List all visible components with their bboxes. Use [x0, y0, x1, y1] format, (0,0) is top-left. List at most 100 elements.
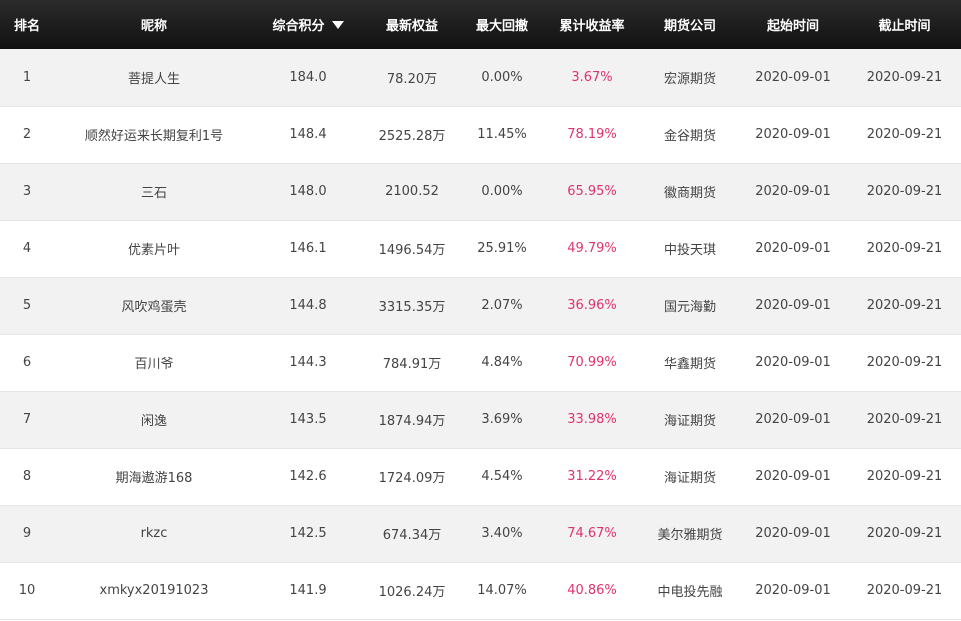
table-row[interactable]: 10 xmkyx20191023 141.9 1026.24万 14.07% 40.86%…: [0, 562, 961, 620]
cell-start-date: 2020-09-01: [738, 163, 848, 221]
table-row[interactable]: 7 闲逸 143.5 1874.94万 3.69% 33.98% 海证期货 2020-09-0…: [0, 391, 961, 449]
cell-drawdown: 25.91%: [462, 220, 542, 278]
cell-end-date: 2020-09-21: [848, 277, 961, 335]
cell-nickname[interactable]: 期海遨游168: [54, 448, 254, 506]
cell-equity: 1724.09万: [362, 448, 462, 506]
header-score[interactable]: 综合积分: [254, 0, 362, 49]
table-row[interactable]: 1 菩提人生 184.0 78.20万 0.00% 3.67% 宏源期货 2020-09-01…: [0, 49, 961, 107]
cell-drawdown: 4.54%: [462, 448, 542, 506]
ranking-table: 排名 昵称 综合积分 最新权益 最大回撤 累计收益率 期货公司 起始时间 截止时…: [0, 0, 961, 620]
cell-start-date: 2020-09-01: [738, 505, 848, 563]
table-row[interactable]: 9 rkzc 142.5 674.34万 3.40% 74.67% 美尔雅期货 2020-09…: [0, 505, 961, 563]
cell-company: 中投天琪: [642, 220, 738, 278]
cell-rank: 9: [0, 505, 54, 563]
header-company[interactable]: 期货公司: [642, 0, 738, 49]
cell-equity: 2525.28万: [362, 106, 462, 164]
cell-score: 144.8: [254, 277, 362, 335]
table-row[interactable]: 8 期海遨游168 142.6 1724.09万 4.54% 31.22% 海证期货 2020…: [0, 448, 961, 506]
cell-nickname[interactable]: 顺然好运来长期复利1号: [54, 106, 254, 164]
header-rank[interactable]: 排名: [0, 0, 54, 49]
cell-equity: 2100.52: [362, 163, 462, 221]
header-end[interactable]: 截止时间: [848, 0, 961, 49]
cell-equity: 3315.35万: [362, 277, 462, 335]
cell-company: 宏源期货: [642, 49, 738, 107]
cell-company: 美尔雅期货: [642, 505, 738, 563]
cell-nickname[interactable]: 三石: [54, 163, 254, 221]
cell-nickname[interactable]: 闲逸: [54, 391, 254, 449]
cell-return: 74.67%: [542, 505, 642, 563]
cell-end-date: 2020-09-21: [848, 448, 961, 506]
cell-end-date: 2020-09-21: [848, 106, 961, 164]
cell-drawdown: 4.84%: [462, 334, 542, 392]
sort-desc-icon[interactable]: [331, 21, 344, 29]
header-start[interactable]: 起始时间: [738, 0, 848, 49]
cell-rank: 5: [0, 277, 54, 335]
cell-start-date: 2020-09-01: [738, 49, 848, 107]
cell-score: 142.5: [254, 505, 362, 563]
header-return[interactable]: 累计收益率: [542, 0, 642, 49]
cell-nickname[interactable]: xmkyx20191023: [54, 562, 254, 620]
cell-score: 141.9: [254, 562, 362, 620]
cell-rank: 7: [0, 391, 54, 449]
cell-company: 徽商期货: [642, 163, 738, 221]
cell-drawdown: 0.00%: [462, 163, 542, 221]
cell-drawdown: 0.00%: [462, 49, 542, 107]
table-row[interactable]: 6 百川爷 144.3 784.91万 4.84% 70.99% 华鑫期货 2020-09-0…: [0, 334, 961, 392]
cell-start-date: 2020-09-01: [738, 562, 848, 620]
cell-rank: 2: [0, 106, 54, 164]
header-nickname[interactable]: 昵称: [54, 0, 254, 49]
cell-start-date: 2020-09-01: [738, 106, 848, 164]
cell-return: 31.22%: [542, 448, 642, 506]
cell-score: 143.5: [254, 391, 362, 449]
table-row[interactable]: 2 顺然好运来长期复利1号 148.4 2525.28万 11.45% 78.19% 金谷期…: [0, 106, 961, 164]
cell-drawdown: 3.40%: [462, 505, 542, 563]
cell-return: 40.86%: [542, 562, 642, 620]
cell-start-date: 2020-09-01: [738, 277, 848, 335]
cell-nickname[interactable]: 优素片叶: [54, 220, 254, 278]
table-row[interactable]: 3 三石 148.0 2100.52 0.00% 65.95% 徽商期货 2020-09-01…: [0, 163, 961, 221]
cell-nickname[interactable]: rkzc: [54, 505, 254, 563]
cell-start-date: 2020-09-01: [738, 220, 848, 278]
header-equity[interactable]: 最新权益: [362, 0, 462, 49]
cell-company: 华鑫期货: [642, 334, 738, 392]
header-score-label: 综合积分: [272, 19, 325, 34]
cell-nickname[interactable]: 菩提人生: [54, 49, 254, 107]
header-drawdown[interactable]: 最大回撤: [462, 0, 542, 49]
cell-start-date: 2020-09-01: [738, 448, 848, 506]
cell-equity: 1496.54万: [362, 220, 462, 278]
cell-score: 144.3: [254, 334, 362, 392]
cell-equity: 78.20万: [362, 49, 462, 107]
cell-end-date: 2020-09-21: [848, 220, 961, 278]
cell-return: 33.98%: [542, 391, 642, 449]
cell-end-date: 2020-09-21: [848, 163, 961, 221]
table-row[interactable]: 4 优素片叶 146.1 1496.54万 25.91% 49.79% 中投天琪 2020-0…: [0, 220, 961, 278]
cell-equity: 674.34万: [362, 505, 462, 563]
table-row[interactable]: 5 风吹鸡蛋壳 144.8 3315.35万 2.07% 36.96% 国元海勤 2020-0…: [0, 277, 961, 335]
cell-rank: 3: [0, 163, 54, 221]
cell-return: 70.99%: [542, 334, 642, 392]
cell-rank: 6: [0, 334, 54, 392]
cell-drawdown: 11.45%: [462, 106, 542, 164]
cell-company: 金谷期货: [642, 106, 738, 164]
cell-nickname[interactable]: 风吹鸡蛋壳: [54, 277, 254, 335]
cell-rank: 10: [0, 562, 54, 620]
cell-company: 国元海勤: [642, 277, 738, 335]
cell-return: 49.79%: [542, 220, 642, 278]
cell-equity: 1874.94万: [362, 391, 462, 449]
cell-company: 海证期货: [642, 448, 738, 506]
cell-end-date: 2020-09-21: [848, 505, 961, 563]
cell-company: 海证期货: [642, 391, 738, 449]
cell-rank: 4: [0, 220, 54, 278]
cell-end-date: 2020-09-21: [848, 49, 961, 107]
cell-score: 184.0: [254, 49, 362, 107]
cell-equity: 784.91万: [362, 334, 462, 392]
cell-score: 148.0: [254, 163, 362, 221]
cell-score: 146.1: [254, 220, 362, 278]
cell-rank: 1: [0, 49, 54, 107]
cell-nickname[interactable]: 百川爷: [54, 334, 254, 392]
table-header: 排名 昵称 综合积分 最新权益 最大回撤 累计收益率 期货公司 起始时间 截止时…: [0, 0, 961, 49]
table-body: 1 菩提人生 184.0 78.20万 0.00% 3.67% 宏源期货 2020-09-01…: [0, 49, 961, 620]
cell-drawdown: 3.69%: [462, 391, 542, 449]
cell-return: 78.19%: [542, 106, 642, 164]
cell-end-date: 2020-09-21: [848, 334, 961, 392]
